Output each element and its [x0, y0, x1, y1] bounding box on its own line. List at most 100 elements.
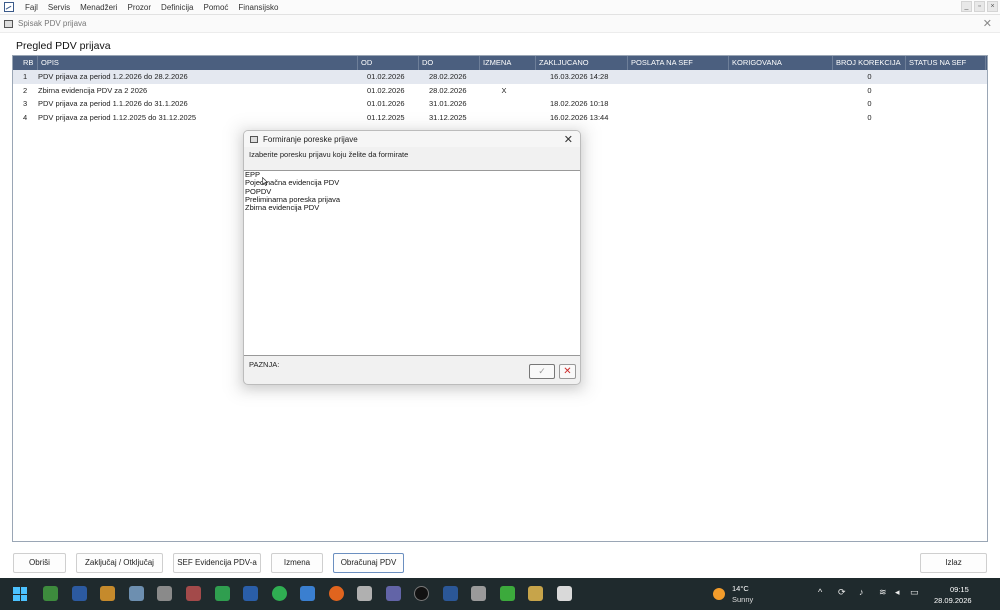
list-item-pojedinacna[interactable]: Pojedinačna evidencija PDV	[244, 178, 580, 187]
edit-button[interactable]: Izmena	[271, 553, 323, 573]
column-header-od[interactable]: OD	[358, 56, 419, 70]
menu-definicija[interactable]: Definicija	[156, 0, 198, 15]
delete-button[interactable]: Obriši	[13, 553, 66, 573]
app-icon[interactable]	[471, 586, 486, 601]
cell-izmena	[480, 70, 536, 84]
cell-broj-korekcija: 0	[867, 85, 872, 95]
teams-icon[interactable]	[386, 586, 401, 601]
column-header-zakljucano[interactable]: ZAKLJUCANO	[536, 56, 628, 70]
app-icon[interactable]	[157, 586, 172, 601]
column-header-rb[interactable]: RB	[13, 56, 38, 70]
app-icon[interactable]	[528, 586, 543, 601]
chat-icon[interactable]	[272, 586, 287, 601]
lock-unlock-button[interactable]: Zaključaj / Otključaj	[76, 553, 163, 573]
column-header-opis[interactable]: OPIS	[38, 56, 358, 70]
table-row[interactable]: 2 Zbirna evidencija PDV za 2 2026 01.02.…	[13, 84, 987, 98]
menu-pomoc[interactable]: Pomoć	[199, 0, 234, 15]
exit-button[interactable]: Izlaz	[920, 553, 987, 573]
app-icon[interactable]	[557, 586, 572, 601]
cancel-button[interactable]: ✕	[559, 364, 576, 379]
app-icon[interactable]	[243, 586, 258, 601]
sync-icon[interactable]: ⟳	[838, 587, 846, 598]
document-icon[interactable]	[443, 586, 458, 601]
page-title: Pregled PDV prijava	[16, 40, 111, 52]
sef-evidencija-button[interactable]: SEF Evidencija PDV-a	[173, 553, 261, 573]
window-title: Spisak PDV prijava	[18, 19, 87, 28]
cell-korigovana	[729, 111, 833, 125]
calculate-pdv-button[interactable]: Obračunaj PDV	[333, 553, 404, 573]
cell-opis: PDV prijava za period 1.1.2026 do 31.1.2…	[38, 99, 188, 108]
cell-od: 01.01.2026	[367, 99, 405, 108]
cell-korigovana	[729, 84, 833, 98]
cell-rb: 4	[23, 112, 28, 122]
battery-icon[interactable]: ▭	[910, 587, 919, 598]
close-icon[interactable]: ✕	[564, 133, 573, 146]
clock-time[interactable]: 09:15	[950, 585, 969, 594]
firefox-icon[interactable]	[329, 586, 344, 601]
confirm-button[interactable]: ✓	[529, 364, 555, 379]
app-icon[interactable]	[129, 586, 144, 601]
cell-izmena: X	[501, 85, 507, 95]
window-icon	[250, 135, 258, 143]
table-row[interactable]: 3 PDV prijava za period 1.1.2026 do 31.1…	[13, 97, 987, 111]
column-header-status-na-sef[interactable]: STATUS NA SEF	[906, 56, 986, 70]
cell-do: 28.02.2026	[429, 72, 467, 81]
cell-broj-korekcija: 0	[867, 112, 872, 122]
microphone-icon[interactable]: ♪	[859, 587, 864, 597]
save-disk-icon[interactable]	[72, 586, 87, 601]
mouse-cursor-icon	[262, 177, 268, 186]
mdi-controls: _ ▫ ×	[961, 1, 998, 12]
app-icon[interactable]	[500, 586, 515, 601]
restore-icon[interactable]: ▫	[974, 1, 985, 12]
cell-izmena	[480, 97, 536, 111]
clock-date[interactable]: 28.09.2026	[934, 596, 972, 605]
windows-start-icon[interactable]	[13, 587, 27, 601]
column-header-broj-korekcija[interactable]: BROJ KOREKCIJA	[833, 56, 906, 70]
menu-prozor[interactable]: Prozor	[122, 0, 156, 15]
column-header-korigovana[interactable]: KORIGOVANA	[729, 56, 833, 70]
app-chart-icon[interactable]	[43, 586, 58, 601]
volume-icon[interactable]: ◂	[895, 587, 900, 598]
wifi-icon[interactable]: ≋	[879, 587, 887, 598]
weather-condition: Sunny	[732, 595, 754, 604]
app-chart-icon	[4, 2, 14, 12]
tax-return-list[interactable]: EPP Pojedinačna evidencija PDV POPDV Pre…	[244, 170, 580, 356]
chevron-up-icon[interactable]: ^	[818, 587, 822, 597]
cell-opis: PDV prijava za period 1.2.2026 do 28.2.2…	[38, 72, 188, 81]
app-icon[interactable]	[300, 586, 315, 601]
cell-poslata	[628, 84, 729, 98]
dialog-title-bar: Formiranje poreske prijave ✕	[244, 131, 580, 147]
window-icon	[4, 19, 13, 28]
cell-rb: 2	[23, 85, 28, 95]
menu-bar: Fajl Servis Menadžeri Prozor Definicija …	[0, 0, 1000, 15]
column-header-do[interactable]: DO	[419, 56, 480, 70]
menu-menadzeri[interactable]: Menadžeri	[75, 0, 122, 15]
table-row[interactable]: 1 PDV prijava za period 1.2.2026 do 28.2…	[13, 70, 987, 84]
cell-do: 31.01.2026	[429, 99, 467, 108]
menu-fajl[interactable]: Fajl	[20, 0, 43, 15]
column-header-izmena[interactable]: IZMENA	[480, 56, 536, 70]
close-icon[interactable]: ×	[987, 1, 998, 12]
cell-zakljucano: 16.03.2026 14:28	[550, 72, 609, 81]
weather-temperature: 14°C	[732, 584, 749, 593]
child-title-bar: Spisak PDV prijava ✕	[0, 15, 1000, 33]
menu-finansijsko[interactable]: Finansijsko	[233, 0, 283, 15]
cell-poslata	[628, 97, 729, 111]
cell-status	[906, 84, 986, 98]
list-item-zbirna[interactable]: Zbirna evidencija PDV	[244, 203, 580, 212]
tax-return-dialog: Formiranje poreske prijave ✕ Izaberite p…	[243, 130, 581, 385]
dialog-instruction: Izaberite poresku prijavu koju želite da…	[249, 150, 409, 159]
weather-sun-icon[interactable]	[713, 588, 725, 600]
dialog-title: Formiranje poreske prijave	[263, 134, 358, 144]
cell-od: 01.02.2026	[367, 85, 405, 95]
column-header-poslata-na-sef[interactable]: POSLATA NA SEF	[628, 56, 729, 70]
menu-servis[interactable]: Servis	[43, 0, 75, 15]
close-icon[interactable]: ✕	[983, 17, 992, 30]
minimize-icon[interactable]: _	[961, 1, 972, 12]
app-icon[interactable]	[414, 586, 429, 601]
app-icon[interactable]	[215, 586, 230, 601]
app-icon[interactable]	[100, 586, 115, 601]
tools-icon[interactable]	[357, 586, 372, 601]
cell-status	[906, 97, 986, 111]
app-icon[interactable]	[186, 586, 201, 601]
